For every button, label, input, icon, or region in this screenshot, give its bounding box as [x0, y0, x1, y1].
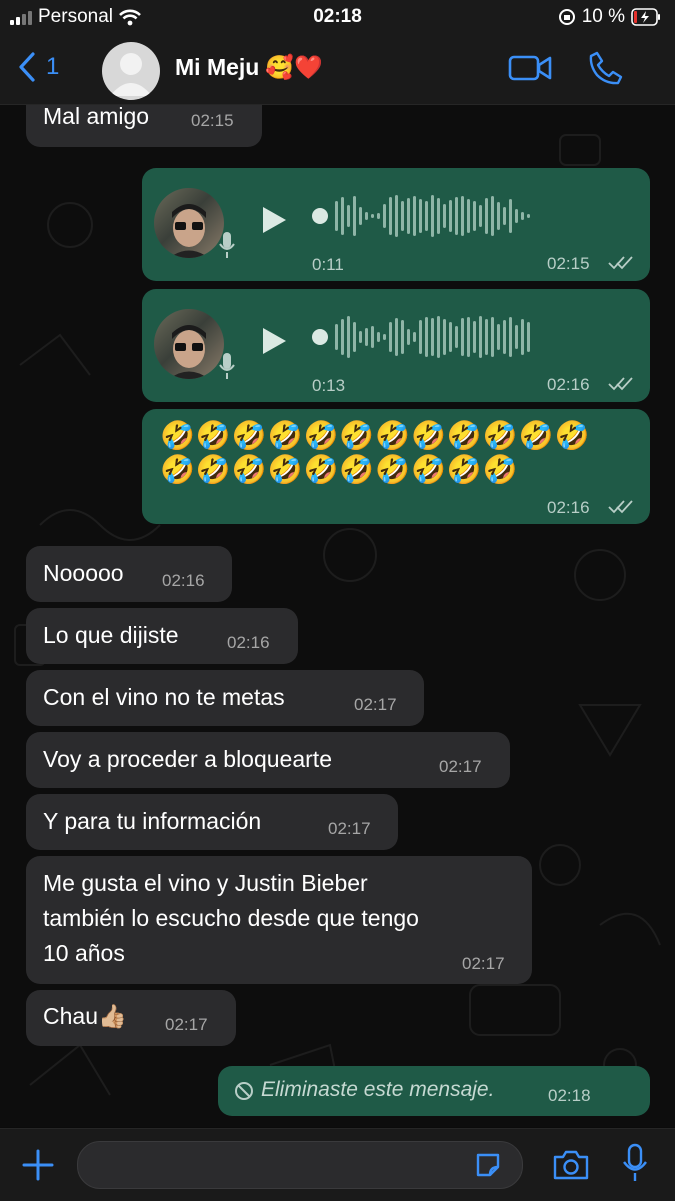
message-incoming[interactable]: Me gusta el vino y Justin Bieber también… [26, 856, 532, 984]
prohibited-icon [235, 1082, 253, 1100]
message-text: Con el vino no te metas [43, 684, 285, 710]
mic-icon[interactable] [622, 1143, 648, 1183]
sender-avatar [154, 188, 224, 258]
battery-group: 10 % [558, 6, 661, 28]
message-time: 02:15 [191, 111, 234, 130]
video-call-icon[interactable] [508, 54, 552, 82]
message-incoming[interactable]: Voy a proceder a bloquearte 02:17 [26, 732, 510, 788]
plus-icon[interactable] [22, 1149, 54, 1181]
orientation-lock-icon [558, 9, 575, 25]
message-incoming[interactable]: Nooooo 02:16 [26, 546, 232, 602]
name-emojis: 🥰❤️ [265, 54, 323, 80]
message-time: 02:17 [328, 819, 371, 838]
camera-icon[interactable] [552, 1149, 590, 1181]
chat-area[interactable]: Mal amigo 02:15 0:11 02:15 0:13 02:16 🤣🤣… [0, 105, 675, 1127]
message-text: Mal amigo [43, 105, 150, 129]
sticker-icon[interactable] [474, 1151, 502, 1179]
battery-charging-icon [631, 8, 660, 26]
waveform[interactable] [312, 193, 530, 238]
play-icon[interactable] [260, 205, 288, 235]
message-input[interactable] [77, 1141, 523, 1189]
contact-avatar[interactable] [102, 42, 160, 100]
avatar-placeholder-icon [110, 53, 152, 96]
phone-icon[interactable] [588, 50, 624, 86]
waveform[interactable] [312, 314, 530, 359]
message-text: Nooooo [43, 560, 124, 586]
message-incoming[interactable]: Lo que dijiste 02:16 [26, 608, 298, 664]
deleted-message-outgoing[interactable]: Eliminaste este mensaje. 02:18 [218, 1066, 650, 1116]
message-line-3: 10 años [43, 940, 125, 966]
voice-message-outgoing[interactable]: 0:13 02:16 [142, 289, 650, 402]
message-time: 02:16 [227, 633, 270, 652]
message-text: Chau👍🏼 [43, 1003, 127, 1029]
back-count: 1 [46, 53, 60, 80]
voice-message-outgoing[interactable]: 0:11 02:15 [142, 168, 650, 281]
message-line-1: Me gusta el vino y Justin Bieber [43, 870, 368, 896]
emoji-line-2: 🤣🤣🤣🤣🤣🤣🤣🤣🤣🤣 [160, 454, 519, 485]
message-outgoing[interactable]: 🤣🤣🤣🤣🤣🤣🤣🤣🤣🤣🤣🤣 🤣🤣🤣🤣🤣🤣🤣🤣🤣🤣 02:16 [142, 409, 650, 524]
message-text: Voy a proceder a bloquearte [43, 746, 332, 772]
play-icon[interactable] [260, 326, 288, 356]
message-time: 02:17 [354, 695, 397, 714]
back-button[interactable]: 1 [18, 52, 59, 82]
mic-icon [219, 232, 235, 258]
message-time: 02:16 [547, 375, 590, 394]
message-time: 02:18 [548, 1086, 591, 1105]
mic-icon [219, 353, 235, 379]
message-time: 02:17 [462, 954, 505, 973]
chat-header: 1 Mi Meju 🥰❤️ [0, 36, 675, 105]
deleted-message-text: Eliminaste este mensaje. [261, 1078, 495, 1101]
message-time: 02:16 [547, 498, 590, 517]
contact-name-group[interactable]: Mi Meju 🥰❤️ [175, 54, 323, 81]
message-time: 02:17 [439, 757, 482, 776]
message-incoming[interactable]: Con el vino no te metas 02:17 [26, 670, 424, 726]
read-ticks-icon [608, 256, 633, 270]
emoji-line-1: 🤣🤣🤣🤣🤣🤣🤣🤣🤣🤣🤣🤣 [160, 420, 591, 451]
sender-photo-icon [169, 325, 209, 379]
message-composer [0, 1128, 675, 1201]
contact-name: Mi Meju [175, 54, 260, 80]
read-ticks-icon [608, 377, 633, 391]
status-bar: Personal 02:18 10 % [0, 0, 675, 36]
message-text: Y para tu información [43, 808, 262, 834]
voice-duration: 0:11 [312, 255, 344, 274]
message-time: 02:16 [162, 571, 205, 590]
sender-avatar [154, 309, 224, 379]
message-incoming[interactable]: Y para tu información 02:17 [26, 794, 398, 850]
message-time: 02:17 [165, 1015, 208, 1034]
message-line-2: también lo escucho desde que tengo [43, 905, 419, 931]
voice-duration: 0:13 [312, 376, 346, 395]
battery-percent: 10 % [581, 6, 625, 27]
chevron-left-icon [19, 52, 35, 82]
message-text: Lo que dijiste [43, 622, 179, 648]
read-ticks-icon [608, 500, 633, 514]
sender-photo-icon [169, 204, 209, 258]
message-incoming[interactable]: Chau👍🏼 02:17 [26, 990, 236, 1046]
message-time: 02:15 [547, 254, 590, 273]
message-incoming[interactable]: Mal amigo 02:15 [26, 105, 262, 147]
